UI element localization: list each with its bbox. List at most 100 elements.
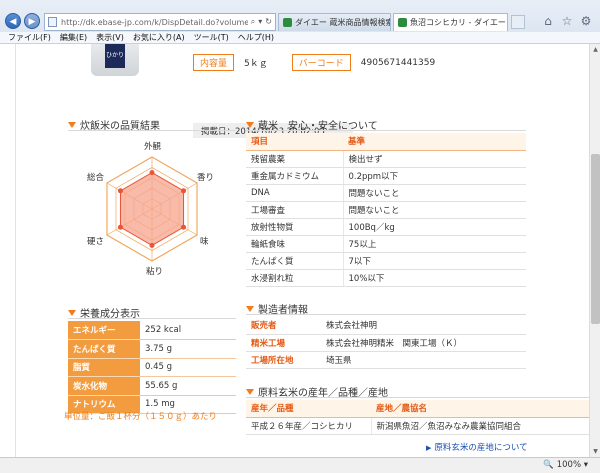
manufacturer-row-label: 販売者 [246, 317, 321, 335]
safety-row: 輪紙食味 75以上 [246, 235, 526, 253]
origin-table: 産年／品種 産地／農協名 平成２６年産／コシヒカリ 新潟県魚沼／魚沼みなみ農業協同… [246, 400, 589, 435]
radar-label-aroma: 香り [197, 173, 215, 183]
vertical-scrollbar[interactable]: ▲ ▼ [589, 44, 600, 457]
origin-row-label: 平成２６年産／コシヒカリ [246, 417, 371, 435]
triangle-bullet-icon [68, 121, 76, 128]
manufacturer-row-value: 株式会社神明 [321, 317, 526, 335]
status-bar: 🔍 100% ▾ [0, 457, 600, 473]
origin-header-year-variety: 産年／品種 [246, 400, 371, 418]
manufacturer-row: 精米工場 株式会社神明精米 関東工場（Ｋ） [246, 334, 526, 352]
safety-row-label: 工場審査 [246, 201, 343, 219]
zoom-level[interactable]: 🔍 100% ▾ [543, 460, 588, 470]
radar-point-4 [117, 224, 123, 230]
address-bar[interactable]: http://dk.ebase-jp.com/k/DispDetail.do?v… [44, 13, 276, 31]
scroll-down-arrow-icon[interactable]: ▼ [590, 446, 600, 457]
safety-row-value: 0.2ppm以下 [342, 167, 526, 185]
radar-label-hardness: 硬さ [87, 237, 105, 247]
home-icon[interactable]: ⌂ [540, 13, 556, 29]
back-button[interactable]: ◀ [5, 13, 21, 29]
settings-gear-icon[interactable]: ⚙ [578, 13, 594, 29]
forward-button[interactable]: ▶ [24, 13, 40, 29]
manufacturer-row: 工場所在地 埼玉県 [246, 351, 526, 369]
safety-row-value: 問題ないこと [342, 201, 526, 219]
nutrition-row-value: 55.65 g [140, 376, 236, 396]
radar-svg [106, 156, 198, 262]
safety-table: 項目 基準 残留農薬 検出せず 重金属カドミウム 0.2ppm以下 DNA 問題ないこと工… [246, 133, 526, 287]
nutrition-row: エネルギー 252 kcal [68, 321, 236, 340]
nutrition-row: 炭水化物 55.65 g [68, 376, 236, 396]
safety-row-value: 100Bq／kg [342, 218, 526, 236]
dropdown-icon[interactable]: ▾ [258, 17, 262, 27]
divider [246, 397, 589, 398]
triangle-bullet-icon [246, 305, 254, 312]
divider [246, 314, 526, 315]
safety-row-label: 輪紙食味 [246, 235, 343, 253]
favicon-icon [283, 18, 292, 27]
manufacturer-row-label: 精米工場 [246, 334, 321, 352]
search-icon[interactable]: ⌕ [251, 17, 255, 27]
safety-row-value: 検出せず [342, 150, 526, 168]
barcode-badge: バーコード [291, 54, 351, 71]
safety-header-item: 項目 [246, 133, 343, 151]
manufacturer-row-label: 工場所在地 [246, 351, 321, 369]
radar-label-stickiness: 粘り [146, 267, 164, 277]
scrollbar-thumb[interactable] [591, 154, 600, 324]
menu-file[interactable]: ファイル(F) [8, 32, 51, 43]
nutrition-row-value: 252 kcal [140, 321, 236, 340]
capacity-badge: 内容量 [193, 54, 235, 71]
nutrition-row-label: たんぱく質 [68, 339, 140, 359]
nutrition-row: たんぱく質 3.75 g [68, 339, 236, 359]
divider [68, 318, 236, 319]
tab-search[interactable]: ダイエー 蔵米商品情報検索 [278, 13, 391, 31]
address-url[interactable]: http://dk.ebase-jp.com/k/DispDetail.do?v… [61, 18, 248, 27]
radar-data-area [119, 172, 185, 246]
refresh-icon[interactable]: ↻ [265, 17, 272, 27]
page-icon [48, 17, 57, 27]
radar-point-1 [181, 188, 187, 194]
barcode-value: 4905671441359 [360, 57, 436, 68]
browser-toolbar: ◀ ▶ http://dk.ebase-jp.com/k/DispDetail.… [0, 0, 600, 44]
safety-row-label: 残留農薬 [246, 150, 343, 168]
menu-edit[interactable]: 編集(E) [60, 32, 87, 43]
triangle-bullet-icon [246, 388, 254, 395]
menu-help[interactable]: ヘルプ(H) [238, 32, 274, 43]
new-tab-button[interactable] [511, 15, 525, 29]
safety-row-label: たんぱく質 [246, 252, 343, 270]
origin-row-value: 新潟県魚沼／魚沼みなみ農業協同組合 [370, 417, 589, 435]
safety-row: 水浸割れ粒 10%以下 [246, 269, 526, 287]
tab-label: 魚沼コシヒカリ - ダイエー 蔵米... [410, 18, 507, 27]
favorites-star-icon[interactable]: ☆ [559, 13, 575, 29]
origin-link-text[interactable]: 原料玄米の産地について [434, 443, 527, 453]
nutrition-note: 単位量：ご飯１杯分（１５０ｇ）あたり [64, 412, 218, 422]
zoom-value[interactable]: 100% [557, 460, 581, 470]
safety-row-value: 問題ないこと [342, 184, 526, 202]
radar-label-taste: 味 [200, 237, 209, 247]
safety-row: たんぱく質 7以下 [246, 252, 526, 270]
origin-info-link[interactable]: ▶ 原料玄米の産地について [426, 441, 528, 453]
divider [246, 130, 526, 131]
safety-row: 重金属カドミウム 0.2ppm以下 [246, 167, 526, 185]
radar-point-0 [149, 170, 155, 176]
manufacturer-row-value: 埼玉県 [321, 351, 526, 369]
product-package-label: ひかり [105, 44, 125, 68]
radar-label-appearance: 外観 [144, 142, 162, 152]
nutrition-row-label: 炭水化物 [68, 376, 140, 396]
capacity-row: 内容量 5ｋｇ バーコード 4905671441359 [193, 54, 435, 71]
menu-favorites[interactable]: お気に入り(A) [133, 32, 185, 43]
origin-header-region: 産地／農協名 [371, 400, 589, 418]
divider [68, 130, 236, 131]
tab-product[interactable]: 魚沼コシヒカリ - ダイエー 蔵米... × [393, 13, 508, 31]
origin-row: 平成２６年産／コシヒカリ 新潟県魚沼／魚沼みなみ農業協同組合 [246, 417, 589, 435]
menu-view[interactable]: 表示(V) [96, 32, 124, 43]
nutrition-row-value: 0.45 g [140, 358, 236, 377]
scroll-up-arrow-icon[interactable]: ▲ [590, 44, 600, 55]
menu-tools[interactable]: ツール(T) [194, 32, 229, 43]
page-content: ひかり 内容量 5ｋｇ バーコード 4905671441359 掲載日：2014… [15, 44, 589, 457]
manufacturer-table: 販売者 株式会社神明 精米工場 株式会社神明精米 関東工場（Ｋ） 工場所在地 埼玉県 [246, 317, 526, 369]
safety-row: 残留農薬 検出せず [246, 150, 526, 168]
safety-row-label: 水浸割れ粒 [246, 269, 343, 287]
safety-row: 放射性物質 100Bq／kg [246, 218, 526, 236]
safety-header-standard: 基準 [343, 133, 526, 151]
arrow-right-icon: ▶ [426, 444, 432, 452]
manufacturer-row-value: 株式会社神明精米 関東工場（Ｋ） [321, 334, 526, 352]
